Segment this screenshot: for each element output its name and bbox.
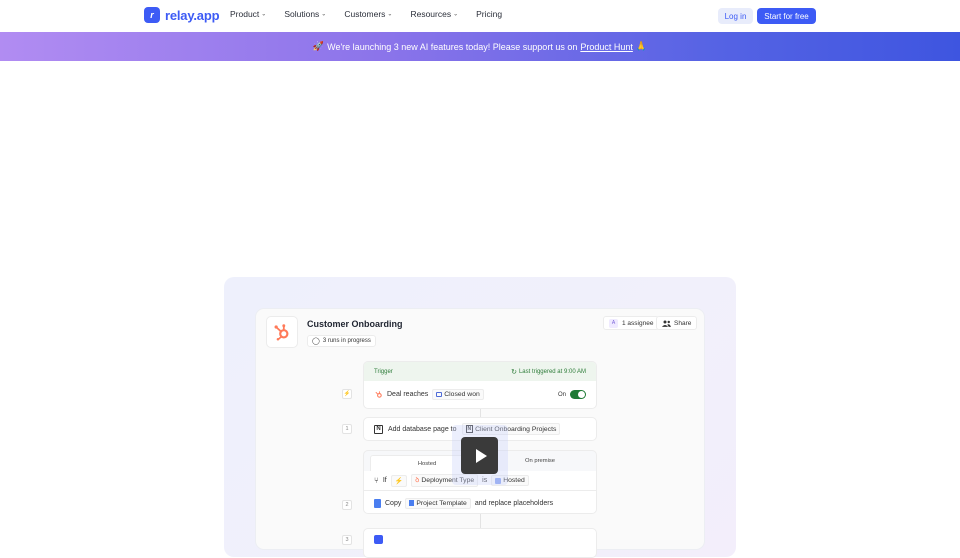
- step-card-3[interactable]: [363, 528, 597, 558]
- step-number: 3: [342, 535, 352, 545]
- play-icon: [475, 448, 487, 463]
- trigger-card[interactable]: Trigger ↻ Last triggered at 9:00 AM Deal…: [363, 361, 597, 409]
- workflow-title: Customer Onboarding: [307, 319, 403, 329]
- share-label: Share: [674, 319, 692, 327]
- chevron-down-icon: ⌄: [261, 11, 267, 17]
- google-docs-icon: [374, 498, 381, 508]
- google-docs-icon: [409, 500, 415, 506]
- nav-customers[interactable]: Customers ⌄: [344, 9, 392, 19]
- last-triggered: ↻ Last triggered at 9:00 AM: [511, 368, 586, 376]
- chevron-down-icon: ⌄: [321, 11, 327, 17]
- branch-icon: ⑂: [374, 476, 379, 485]
- refresh-icon: ↻: [511, 368, 517, 376]
- brand-name: relay.app: [165, 7, 220, 23]
- notion-icon: N: [374, 424, 383, 434]
- toggle-label: On: [557, 391, 566, 398]
- nav-product-label: Product: [230, 9, 260, 19]
- rocket-icon: 🚀: [312, 41, 325, 51]
- nav-solutions[interactable]: Solutions ⌄: [284, 9, 326, 19]
- nav-links: Product ⌄ Solutions ⌄ Customers ⌄ Resour…: [230, 9, 502, 19]
- trigger-step-marker: ⚡: [342, 389, 352, 399]
- assignee-label: 1 assignee: [622, 319, 654, 327]
- hubspot-icon: [375, 391, 382, 398]
- nav-resources-label: Resources: [410, 9, 452, 19]
- step-text: Copy: [385, 499, 402, 507]
- people-icon: [662, 320, 671, 327]
- announcement-banner: 🚀 We're launching 3 new AI features toda…: [0, 32, 960, 61]
- last-triggered-text: Last triggered at 9:00 AM: [518, 368, 586, 375]
- play-video-button[interactable]: [461, 437, 498, 474]
- chip-label: Project Template: [416, 499, 467, 507]
- nav-resources[interactable]: Resources ⌄: [410, 9, 458, 19]
- banner-text: We're launching 3 new AI features today!…: [327, 41, 578, 52]
- step-text-suffix: and replace placeholders: [474, 499, 554, 507]
- chevron-down-icon: ⌄: [387, 11, 393, 17]
- project-template-chip: Project Template: [405, 497, 471, 509]
- share-button[interactable]: Share: [656, 316, 698, 330]
- hubspot-logo: [266, 316, 298, 348]
- if-label: If: [382, 477, 387, 484]
- field-icon: [436, 392, 443, 397]
- brand-logo[interactable]: r relay.app: [144, 7, 220, 23]
- login-button[interactable]: Log in: [718, 8, 753, 24]
- trigger-toggle-group: On: [558, 390, 586, 399]
- nav-product[interactable]: Product ⌄: [230, 9, 266, 19]
- step-number: 2: [342, 500, 352, 510]
- runs-icon: ◯: [312, 338, 320, 345]
- trigger-toggle[interactable]: [570, 390, 586, 399]
- runs-label: 3 runs in progress: [322, 338, 371, 344]
- connector-line: [480, 514, 481, 528]
- pray-icon: 🙏: [635, 41, 648, 51]
- start-for-free-button[interactable]: Start for free: [757, 8, 816, 24]
- closed-won-chip: Closed won: [432, 389, 484, 400]
- connector-line: [480, 409, 481, 417]
- trigger-ref-chip: ⚡: [390, 474, 408, 487]
- nav-pricing[interactable]: Pricing: [476, 9, 502, 19]
- trigger-label: Trigger: [374, 368, 393, 375]
- step-card-2[interactable]: Copy Project Template and replace placeh…: [364, 491, 596, 513]
- trigger-row: Deal reaches Closed won On: [364, 381, 596, 408]
- hubspot-icon: ꝺ: [415, 477, 420, 484]
- step-number: 1: [342, 424, 352, 434]
- avatar: A: [609, 318, 618, 328]
- relay-logo-icon: r: [144, 7, 160, 23]
- chevron-down-icon: ⌄: [453, 11, 459, 17]
- hubspot-icon: [274, 324, 289, 341]
- workflow-preview: Customer Onboarding ◯ 3 runs in progress…: [256, 309, 704, 558]
- trigger-header: Trigger ↻ Last triggered at 9:00 AM: [364, 362, 596, 381]
- chip-label: Closed won: [444, 391, 480, 398]
- nav-solutions-label: Solutions: [284, 9, 320, 19]
- nav-customers-label: Customers: [344, 9, 386, 19]
- runs-in-progress-badge[interactable]: ◯ 3 runs in progress: [307, 335, 376, 347]
- top-nav: r relay.app Product ⌄ Solutions ⌄ Custom…: [0, 0, 960, 32]
- product-hunt-link[interactable]: Product Hunt: [580, 42, 633, 52]
- trigger-text: Deal reaches: [387, 391, 429, 398]
- assignee-button[interactable]: A 1 assignee: [603, 316, 660, 330]
- nav-pricing-label: Pricing: [476, 9, 503, 19]
- step-text: Add database page to: [388, 425, 457, 433]
